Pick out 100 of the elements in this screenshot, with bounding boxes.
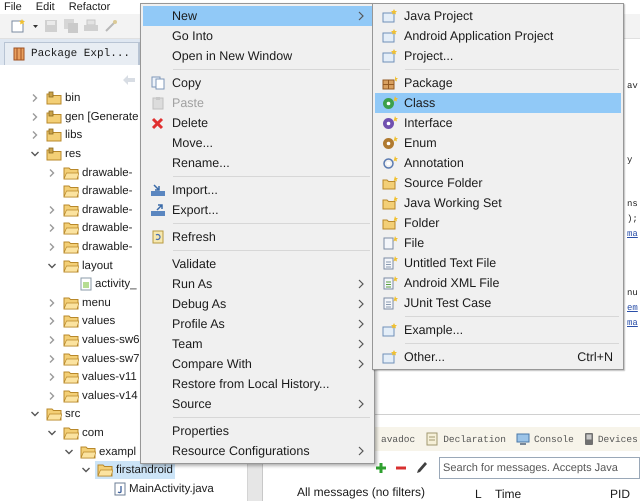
view-tab[interactable]: Package Expl... — [4, 42, 140, 65]
plus-icon[interactable] — [375, 462, 387, 474]
popup-option[interactable]: Import... — [143, 180, 372, 200]
tree-item[interactable]: values-sw6 — [61, 331, 142, 350]
popup-option[interactable]: Run As — [143, 274, 372, 294]
popup-option[interactable]: Team — [143, 334, 372, 354]
tree-item[interactable]: drawable- — [61, 238, 134, 256]
popup-option[interactable]: Properties — [143, 421, 372, 441]
tree-item[interactable]: com — [61, 424, 106, 442]
tree-item[interactable]: values — [61, 312, 118, 330]
popup-option[interactable]: Restore from Local History... — [143, 374, 372, 394]
copy-icon — [150, 76, 164, 90]
column-header[interactable]: L — [475, 487, 495, 501]
popup-option[interactable]: Debug As — [143, 294, 372, 314]
column-header[interactable]: PID — [610, 487, 640, 501]
create-option[interactable]: Untitled Text File — [375, 253, 621, 273]
save-all-icon[interactable] — [63, 18, 79, 34]
chevron-icon[interactable] — [47, 260, 57, 271]
create-option[interactable]: Class — [375, 93, 621, 113]
column-header[interactable]: Time — [495, 487, 610, 501]
new-project-icon — [382, 323, 398, 337]
view-tab[interactable]: Console — [516, 432, 574, 446]
folder-icon — [63, 370, 79, 384]
chevron-icon[interactable] — [47, 428, 57, 438]
create-option[interactable]: Source Folder — [375, 173, 621, 193]
brush-icon[interactable] — [415, 461, 429, 475]
code-fragment: em — [627, 302, 639, 315]
tree-item[interactable]: exampl — [78, 442, 138, 461]
create-option[interactable]: Package — [375, 73, 621, 93]
popup-option[interactable]: Move... — [143, 133, 372, 153]
create-option[interactable]: Enum — [375, 133, 621, 153]
circle-icon — [382, 116, 398, 130]
create-option[interactable]: Interface — [375, 113, 621, 133]
tree-item[interactable]: gen [Generate — [44, 108, 141, 126]
create-option[interactable]: Annotation — [375, 153, 621, 173]
tree-item[interactable]: drawable- — [61, 164, 134, 182]
tree-item[interactable]: values-v14 — [61, 386, 140, 405]
delete-icon — [151, 116, 164, 130]
view-tab[interactable]: Declaration — [425, 432, 506, 446]
document-icon — [425, 432, 440, 446]
create-option[interactable]: Android Application Project — [375, 26, 621, 46]
tree-item[interactable]: bin — [44, 89, 82, 108]
tree-item[interactable]: src — [44, 405, 82, 424]
popup-option[interactable]: New — [143, 6, 372, 26]
create-option[interactable]: Android XML File — [375, 273, 621, 293]
print-icon[interactable] — [83, 18, 99, 34]
package-folder-icon — [46, 110, 62, 124]
tree-item[interactable]: drawable- — [61, 182, 134, 200]
menu-bar-item[interactable]: File — [4, 0, 22, 14]
search-field[interactable]: Search for messages. Accepts Java — [439, 457, 640, 479]
new-project-icon — [382, 9, 398, 23]
package-folder-icon — [46, 147, 62, 162]
monitor-icon — [516, 432, 530, 446]
tree-item[interactable]: MainActivity.java — [112, 480, 216, 498]
popup-option[interactable]: Resource Configurations — [143, 441, 372, 461]
folder-icon — [63, 202, 79, 217]
create-option[interactable]: Project... — [375, 46, 621, 66]
folder-icon — [63, 296, 79, 310]
popup-option[interactable]: Compare With — [143, 354, 372, 374]
menu-bar-item[interactable]: Refactor — [68, 0, 110, 14]
view-tab[interactable]: Devices — [584, 432, 638, 446]
folder-icon — [97, 463, 113, 478]
tree-item[interactable]: drawable- — [61, 219, 134, 238]
tree-item[interactable]: values-sw7 — [61, 350, 142, 368]
filter-item[interactable]: All messages (no filters) — [297, 485, 475, 499]
tree-item[interactable]: menu — [61, 294, 113, 312]
folder-icon — [63, 333, 79, 348]
chevron-icon[interactable] — [64, 446, 74, 457]
menu-bar-item[interactable]: Edit — [36, 0, 55, 14]
popup-option[interactable]: Refresh — [143, 227, 372, 247]
tree-item[interactable]: firstandroid — [95, 461, 175, 480]
tree-item[interactable]: values-v11 — [61, 368, 139, 386]
new-project-icon — [382, 29, 398, 43]
tree-item[interactable]: activity_ — [78, 275, 139, 294]
create-option[interactable]: Folder — [375, 213, 621, 233]
popup-option[interactable]: Profile As — [143, 314, 372, 334]
popup-option[interactable]: Source — [143, 394, 372, 414]
tree-item[interactable]: drawable- — [61, 200, 134, 219]
popup-option[interactable]: Go Into — [143, 26, 372, 46]
phone-icon — [584, 432, 594, 446]
popup-option[interactable]: Delete — [143, 113, 372, 133]
code-fragment: ); — [627, 213, 639, 226]
export-icon — [150, 203, 166, 217]
create-option[interactable]: JUnit Test Case — [375, 293, 621, 313]
create-option[interactable]: File — [375, 233, 621, 253]
create-option[interactable]: Other... Ctrl+N — [375, 347, 621, 367]
tree-item[interactable]: libs — [44, 126, 84, 144]
create-option[interactable]: Java Project — [375, 6, 621, 26]
popup-option[interactable]: Export... — [143, 200, 372, 220]
popup-option[interactable]: Open in New Window — [143, 46, 372, 66]
popup-option[interactable]: Copy — [143, 73, 372, 93]
create-option[interactable]: Java Working Set — [375, 193, 621, 213]
view-tab[interactable]: avadoc — [381, 434, 416, 444]
wand-icon[interactable] — [103, 18, 119, 34]
popup-option[interactable]: Rename... — [143, 153, 372, 173]
popup-option[interactable]: Validate — [143, 254, 372, 274]
tree-item[interactable]: res — [44, 145, 83, 164]
create-option[interactable]: Example... — [375, 320, 621, 340]
tree-item[interactable]: layout — [61, 256, 115, 275]
folder-icon — [382, 176, 398, 190]
